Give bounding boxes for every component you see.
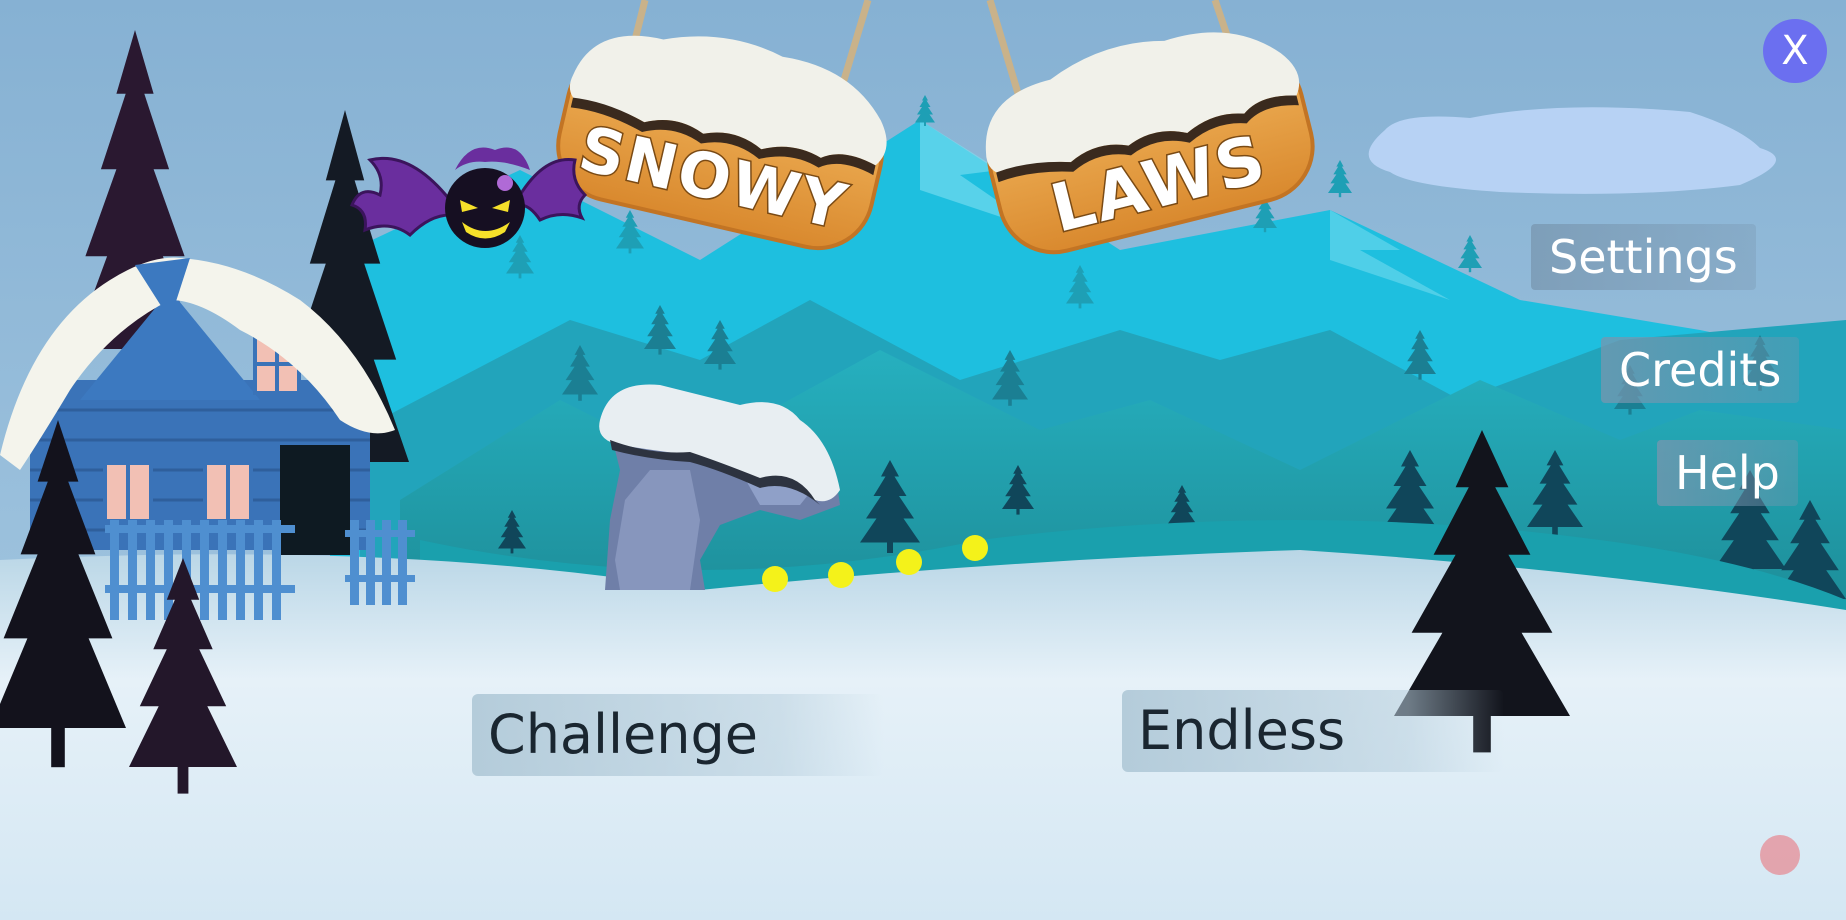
endless-mode-button[interactable]: Endless [1122,690,1504,772]
challenge-mode-button[interactable]: Challenge [472,694,884,776]
help-button[interactable]: Help [1657,440,1798,506]
help-label: Help [1675,446,1780,500]
endless-label: Endless [1138,699,1346,762]
settings-button[interactable]: Settings [1531,224,1756,290]
fence [105,520,415,620]
close-button[interactable]: X [1763,19,1827,83]
record-dot-icon [1760,835,1800,875]
close-icon: X [1781,28,1809,74]
settings-label: Settings [1549,230,1738,284]
credits-label: Credits [1619,343,1782,397]
challenge-label: Challenge [488,703,758,766]
credits-button[interactable]: Credits [1601,337,1800,403]
game-background: SNOWY LAWS [0,0,1846,920]
